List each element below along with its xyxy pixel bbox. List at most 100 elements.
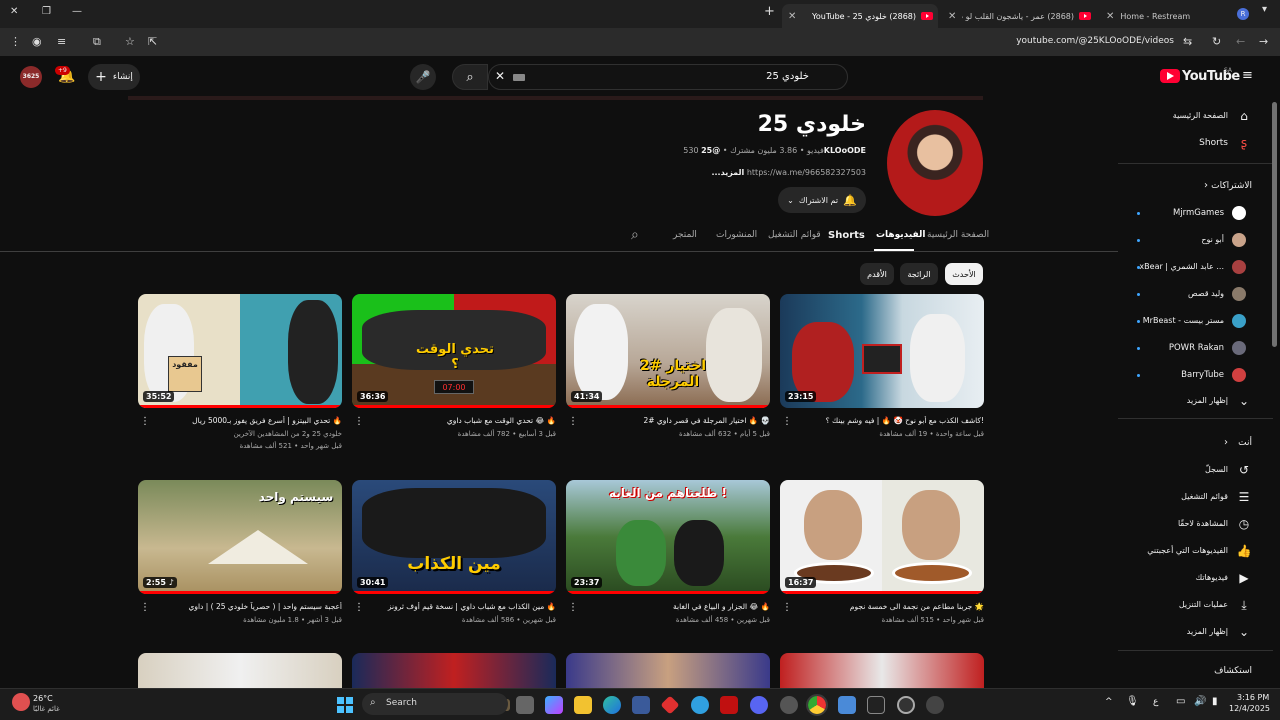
video-thumbnail[interactable] — [566, 653, 770, 688]
video-card[interactable]: مفقود 35:52 تحدي البيتزو | أسرع فريق يفو… — [138, 294, 342, 464]
more-options-icon[interactable]: ⋮ — [568, 416, 578, 427]
extensions-icon[interactable]: ⧉ — [93, 35, 101, 49]
app-icon[interactable] — [897, 696, 915, 714]
network-icon[interactable]: ▭ — [1176, 696, 1185, 707]
more-options-icon[interactable]: ⋮ — [140, 416, 150, 427]
app-icon[interactable] — [926, 696, 944, 714]
subscribed-button[interactable]: ⌄ تم الاشتراك 🔔 — [778, 187, 866, 213]
more-options-icon[interactable]: ⋮ — [782, 416, 792, 427]
video-title[interactable]: كاشف الكذب مع أبو نوح 🤡 🔥 | فيه وشم بينك… — [799, 416, 984, 425]
tray-chevron-icon[interactable]: ^ — [1105, 697, 1113, 707]
sidebar-sub-0[interactable]: MjrmGames — [1173, 208, 1224, 218]
video-card[interactable]: طلعناهم من الغابه ! 23:37 الجزار و البيا… — [566, 480, 770, 650]
chip-latest[interactable]: الأحدث — [945, 263, 983, 285]
volume-icon[interactable]: 🔊 — [1194, 696, 1206, 707]
minimize-window-icon[interactable]: — — [72, 6, 82, 17]
profile-icon[interactable]: R — [1237, 8, 1249, 20]
microphone-icon[interactable]: 🎙 — [1126, 696, 1139, 707]
video-card[interactable]: 23:15 كاشف الكذب مع أبو نوح 🤡 🔥 | فيه وش… — [780, 294, 984, 464]
sidebar-item-watch-later[interactable]: المشاهدة لاحقًا — [1178, 519, 1228, 528]
sidebar-item-history[interactable]: السجلّ — [1205, 465, 1228, 474]
avatar[interactable]: 3625 — [20, 66, 42, 88]
copilot-icon[interactable] — [545, 696, 563, 714]
create-button[interactable]: + إنشاء — [88, 64, 140, 90]
sidebar-show-more-you[interactable]: إظهار المزيد — [1187, 627, 1228, 636]
sidebar-sub-4[interactable]: MrBeast - مستر بيست — [1143, 316, 1224, 325]
more-options-icon[interactable]: ⋮ — [354, 602, 364, 613]
file-explorer-icon[interactable] — [574, 696, 592, 714]
tab-close-icon[interactable]: ✕ — [948, 11, 956, 22]
video-title[interactable]: تحدي البيتزو | أسرع فريق يفوز بـ5000 ريا… — [157, 416, 342, 425]
keyboard-icon[interactable] — [513, 74, 525, 81]
video-thumbnail[interactable]: 23:15 — [780, 294, 984, 408]
video-title[interactable]: مين الكذاب مع شباب داوي | نسخة قيم أوف ث… — [371, 602, 556, 611]
tab-home[interactable]: الصفحة الرئيسية — [927, 230, 989, 240]
channel-search-icon[interactable]: ⌕ — [631, 227, 639, 243]
tab-close-icon[interactable]: ✕ — [1106, 11, 1114, 22]
menu-dots-icon[interactable]: ⋮ — [10, 35, 21, 48]
more-options-icon[interactable]: ⋮ — [782, 602, 792, 613]
weather-icon[interactable] — [12, 693, 30, 711]
chip-popular[interactable]: الرائجة — [900, 263, 938, 285]
video-card[interactable]: مين الكذاب 30:41 مين الكذاب مع شباب داوي… — [352, 480, 556, 650]
tab-close-icon[interactable]: ✕ — [788, 11, 796, 22]
bookmark-star-icon[interactable]: ☆ — [125, 35, 135, 48]
tab-posts[interactable]: المنشورات — [716, 230, 757, 240]
video-title[interactable]: تحدي الوقت مع شباب داوي 😂 🔥 — [371, 416, 556, 425]
clock-time[interactable]: 3:16 PM — [1237, 693, 1269, 702]
sidebar-item-home[interactable]: الصفحة الرئيسية — [1173, 111, 1228, 120]
app-icon[interactable] — [691, 696, 709, 714]
new-tab-icon[interactable]: + — [764, 4, 775, 19]
video-card[interactable]: اختيار #2 المرجلة 41:34 اختيار المرجلة ف… — [566, 294, 770, 464]
video-card[interactable]: 16:37 جربنا مطاعم من نجمة الى خمسة نجوم … — [780, 480, 984, 650]
video-thumbnail[interactable]: اختيار #2 المرجلة 41:34 — [566, 294, 770, 408]
forward-icon[interactable]: ← — [1236, 35, 1245, 48]
search-button[interactable]: ⌕ — [452, 64, 488, 90]
sidebar-item-liked[interactable]: الفيديوهات التي أعجبتني — [1147, 546, 1228, 555]
chrome-icon[interactable] — [806, 694, 828, 716]
video-thumbnail[interactable]: سيستم واحد 2:55 ♪ — [138, 480, 342, 594]
sidebar-item-playlists[interactable]: قوائم التشغيل — [1181, 492, 1228, 501]
playlist-icon[interactable]: ≡ — [57, 35, 66, 48]
sidebar-item-downloads[interactable]: عمليات التنزيل — [1179, 600, 1228, 609]
video-thumbnail[interactable]: طلعناهم من الغابه ! 23:37 — [566, 480, 770, 594]
app-icon[interactable] — [838, 696, 856, 714]
video-title[interactable]: اختيار المرجلة في قصر داوي #2 🔥 💀 — [585, 416, 770, 425]
tab-shorts[interactable]: Shorts — [828, 230, 865, 241]
reload-icon[interactable]: ↻ — [1212, 35, 1221, 48]
hamburger-menu-icon[interactable]: ≡ — [1242, 68, 1253, 83]
tab-playlists[interactable]: قوائم التشغيل — [768, 230, 821, 240]
clock-date[interactable]: 12/4/2025 — [1229, 704, 1270, 713]
video-card[interactable]: تحدي الوقت ؟ 07:00 36:36 تحدي الوقت مع ش… — [352, 294, 556, 464]
more-link[interactable]: ...المزيد — [711, 168, 744, 177]
video-thumbnail[interactable]: مفقود 35:52 — [138, 294, 342, 408]
video-thumbnail[interactable] — [780, 653, 984, 688]
tab-youtube[interactable]: ✕ (2868) خلودي 25 - YouTube — [782, 4, 938, 28]
back-icon[interactable]: → — [1259, 35, 1268, 48]
restore-window-icon[interactable]: ❐ — [42, 6, 51, 17]
task-view-icon[interactable] — [516, 696, 534, 714]
language-indicator[interactable]: ع — [1153, 697, 1158, 707]
start-icon[interactable] — [337, 697, 353, 713]
sidebar-sub-1[interactable]: أبو نوح — [1201, 235, 1224, 244]
video-card[interactable]: سيستم واحد 2:55 ♪ أعجبة سيستم واحد | ( ح… — [138, 480, 342, 650]
more-options-icon[interactable]: ⋮ — [140, 602, 150, 613]
video-title[interactable]: جربنا مطاعم من نجمة الى خمسة نجوم 🌟 — [799, 602, 984, 611]
site-settings-icon[interactable]: ⇆ — [1183, 35, 1192, 48]
video-thumbnail[interactable]: 16:37 — [780, 480, 984, 594]
you-heading[interactable]: أنت — [1238, 438, 1252, 448]
sidebar-sub-6[interactable]: BarryTube — [1181, 370, 1224, 380]
video-title[interactable]: الجزار و البياع في الغابة 😂 🔥 — [585, 602, 770, 611]
install-app-icon[interactable]: ⇱ — [148, 35, 157, 48]
app-icon[interactable] — [780, 696, 798, 714]
sidebar-show-more[interactable]: إظهار المزيد — [1187, 396, 1228, 405]
app-icon[interactable] — [660, 695, 680, 715]
search-input[interactable]: ✕ خلودي 25 — [488, 64, 848, 90]
discord-icon[interactable] — [750, 696, 768, 714]
chip-oldest[interactable]: الأقدم — [860, 263, 894, 285]
video-thumbnail[interactable] — [138, 653, 342, 688]
sidebar-sub-3[interactable]: وليد قصص — [1188, 289, 1224, 298]
edge-icon[interactable] — [603, 696, 621, 714]
taskbar-search[interactable]: ⌕ Search — [362, 693, 508, 715]
voice-search-icon[interactable]: 🎤 — [410, 64, 436, 90]
